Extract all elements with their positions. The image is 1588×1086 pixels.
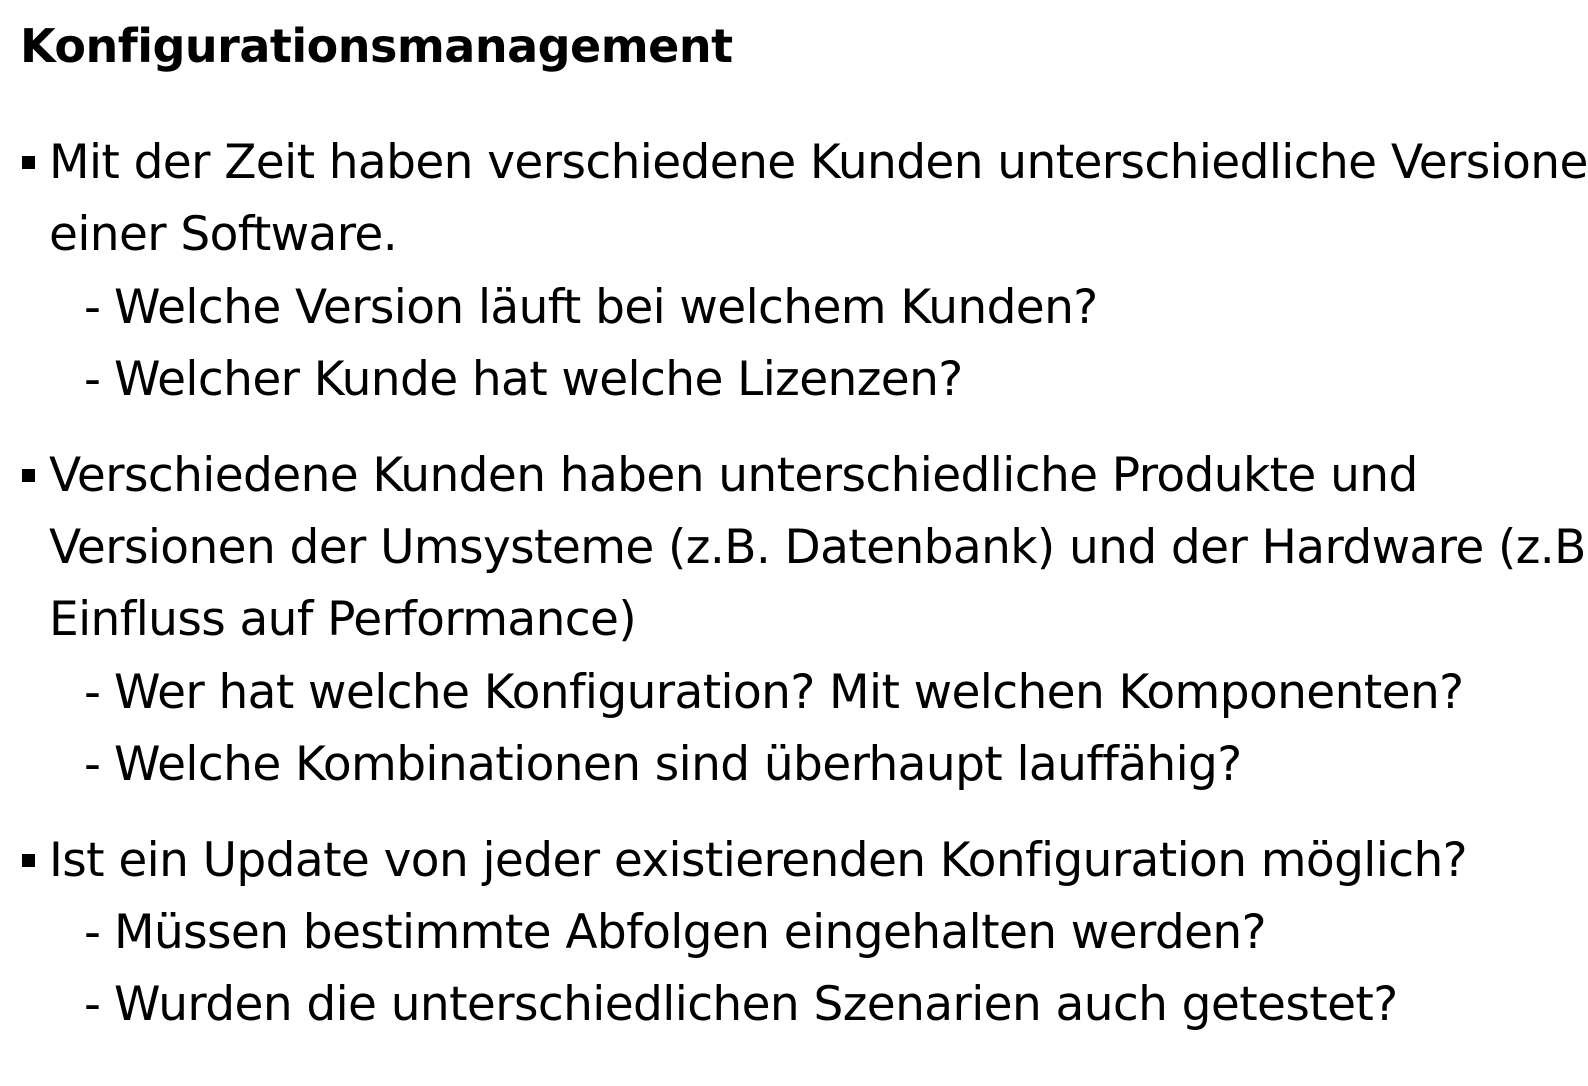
- dash-marker: -: [84, 905, 101, 960]
- sub-item-text: Wer hat welche Konfiguration? Mit welche…: [114, 665, 1464, 720]
- sub-item-text: Welcher Kunde hat welche Lizenzen?: [114, 352, 963, 407]
- sub-item: - Müssen bestimmte Abfolgen eingehalten w…: [84, 905, 1267, 961]
- dash-marker: -: [84, 665, 101, 720]
- bullet-text-line: Mit der Zeit haben verschiedene Kunden u…: [49, 135, 1588, 190]
- dash-marker: -: [84, 737, 101, 792]
- sub-item: - Wer hat welche Konfiguration? Mit welch…: [84, 665, 1464, 721]
- sub-item: - Welche Kombinationen sind überhaupt lau…: [84, 737, 1242, 793]
- sub-item-text: Welche Kombinationen sind überhaupt lauf…: [114, 737, 1242, 792]
- dash-marker: -: [84, 280, 101, 335]
- bullet-text-line: Einfluss auf Performance): [49, 592, 637, 647]
- bullet-text-line: einer Software.: [49, 207, 398, 262]
- bullet-square-icon: [22, 469, 35, 482]
- dash-marker: -: [84, 352, 101, 407]
- sub-item-text: Wurden die unterschiedlichen Szenarien a…: [114, 977, 1398, 1032]
- bullet-text-line: Verschiedene Kunden haben unterschiedlic…: [49, 448, 1418, 503]
- bullet-text-line: Ist ein Update von jeder existierenden K…: [49, 833, 1468, 888]
- page-title: Konfigurationsmanagement: [20, 19, 733, 73]
- bullet-square-icon: [22, 854, 35, 867]
- bullet-square-icon: [22, 156, 35, 169]
- sub-item: - Welcher Kunde hat welche Lizenzen?: [84, 352, 963, 408]
- dash-marker: -: [84, 977, 101, 1032]
- bullet-text-line: Versionen der Umsysteme (z.B. Datenbank)…: [49, 520, 1588, 575]
- sub-item-text: Welche Version läuft bei welchem Kunden?: [114, 280, 1098, 335]
- sub-item-text: Müssen bestimmte Abfolgen eingehalten we…: [114, 905, 1267, 960]
- sub-item: - Wurden die unterschiedlichen Szenarien …: [84, 977, 1398, 1033]
- sub-item: - Welche Version läuft bei welchem Kunden…: [84, 280, 1098, 336]
